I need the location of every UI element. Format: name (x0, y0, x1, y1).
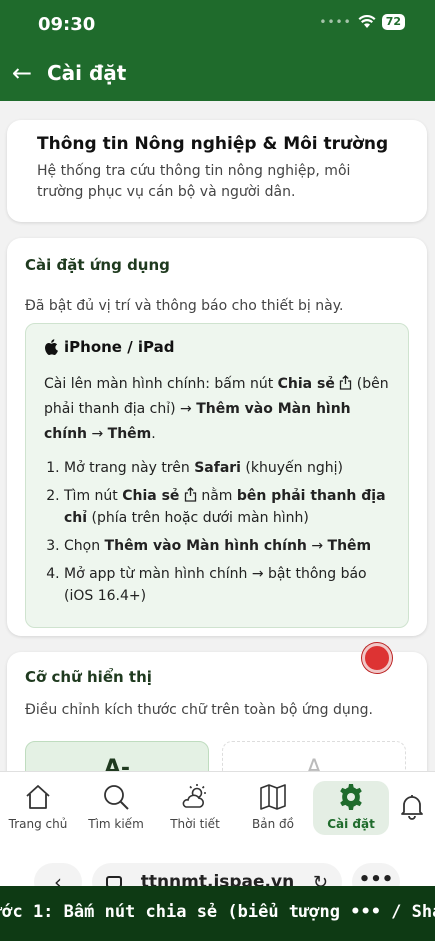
intro-share: Chia sẻ (277, 376, 335, 392)
ios-intro: Cài lên màn hình chính: bấm nút Chia sẻ … (44, 372, 390, 447)
signal-icon: •••• (319, 15, 352, 29)
info-card-description: Hệ thống tra cứu thông tin nông nghiệp, … (37, 163, 351, 200)
font-size-description: Điều chỉnh kích thước chữ trên toàn bộ ứ… (25, 702, 373, 718)
apple-icon (45, 339, 58, 355)
wifi-icon (358, 15, 376, 28)
ios-install-guide: iPhone / iPad Cài lên màn hình chính: bấ… (25, 323, 409, 628)
ios-heading: iPhone / iPad (44, 338, 390, 356)
step-text: (khuyến nghị) (240, 460, 343, 476)
app-settings-card: Cài đặt ứng dụng Đã bật đủ vị trí và thô… (7, 238, 427, 636)
nav-weather[interactable]: Thời tiết (157, 782, 233, 831)
intro-text: Cài lên màn hình chính: bấm nút (44, 376, 278, 392)
weather-icon (182, 784, 206, 808)
font-size-title: Cỡ chữ hiển thị (25, 668, 152, 686)
notification-bell[interactable] (398, 792, 426, 824)
search-icon (104, 785, 129, 810)
nav-map[interactable]: Bản đồ (235, 782, 311, 831)
nav-label: Cài đặt (327, 817, 375, 831)
share-icon (184, 487, 197, 502)
nav-search[interactable]: Tìm kiếm (78, 782, 154, 831)
nav-label: Bản đồ (252, 817, 294, 831)
step-emph: Chia sẻ (122, 488, 180, 504)
step-text: Tìm nút (64, 488, 123, 504)
intro-text-3: → (87, 426, 108, 442)
status-time: 09:30 (38, 14, 96, 35)
step-2: Tìm nút Chia sẻ nằm bên phải thanh địa c… (64, 485, 390, 529)
screen-record-indicator[interactable] (362, 643, 392, 673)
nav-home[interactable]: Trang chủ (0, 782, 76, 831)
app-header: 09:30 •••• 72 ← Cài đặt (0, 0, 435, 101)
instruction-banner: ước 1: Bấm nút chia sẻ (biểu tượng ••• /… (0, 886, 435, 941)
step-text: nằm (196, 488, 237, 504)
map-icon (260, 784, 286, 810)
info-card-title: Thông tin Nông nghiệp & Môi trường (37, 134, 389, 154)
gear-icon (340, 784, 362, 810)
home-icon (26, 785, 50, 809)
font-size-card: Cỡ chữ hiển thị Điều chỉnh kích thước ch… (7, 652, 427, 771)
step-text: Mở trang này trên (64, 460, 195, 476)
info-card: Thông tin Nông nghiệp & Môi trường Hệ th… (7, 120, 427, 222)
step-text: Chọn (64, 538, 105, 554)
status-icons: •••• 72 (319, 14, 405, 30)
nav-settings[interactable]: Cài đặt (313, 782, 389, 831)
step-3: Chọn Thêm vào Màn hình chính → Thêm (64, 535, 390, 557)
step-4: Mở app từ màn hình chính → bật thông báo… (64, 563, 390, 607)
step-emph: Thêm vào Màn hình chính (104, 538, 307, 554)
permission-status: Đã bật đủ vị trí và thông báo cho thiết … (25, 298, 344, 314)
ios-heading-text: iPhone / iPad (64, 338, 175, 356)
step-text: Mở app từ màn hình chính → bật thông báo… (64, 566, 367, 604)
step-emph: Safari (194, 460, 241, 476)
intro-text-4: . (151, 426, 156, 442)
ios-steps: Mở trang này trên Safari (khuyến nghị) T… (44, 457, 390, 607)
nav-label: Thời tiết (170, 817, 220, 831)
intro-add2: Thêm (107, 426, 152, 442)
nav-label: Trang chủ (8, 817, 68, 831)
font-size-normal-button[interactable]: A (222, 741, 406, 771)
step-text: (phía trên hoặc dưới màn hình) (87, 510, 309, 526)
step-emph: Thêm (327, 538, 372, 554)
browser-toolbar: ‹ ttnnmt.ispae.vn ↻ ••• (0, 841, 435, 901)
font-size-small-button[interactable]: A- (25, 741, 209, 771)
bottom-navigation: Trang chủ Tìm kiếm Thời tiết Bản đồ Cài … (0, 771, 435, 841)
battery-icon: 72 (381, 14, 405, 30)
back-arrow-icon[interactable]: ← (12, 61, 32, 85)
banner-text: ước 1: Bấm nút chia sẻ (biểu tượng ••• /… (0, 902, 435, 922)
share-icon (340, 375, 352, 390)
page-title: Cài đặt (47, 61, 127, 85)
nav-label: Tìm kiếm (88, 817, 144, 831)
step-1: Mở trang này trên Safari (khuyến nghị) (64, 457, 390, 479)
bell-icon (401, 795, 423, 820)
step-text: → (306, 538, 328, 554)
app-settings-title: Cài đặt ứng dụng (25, 256, 170, 274)
